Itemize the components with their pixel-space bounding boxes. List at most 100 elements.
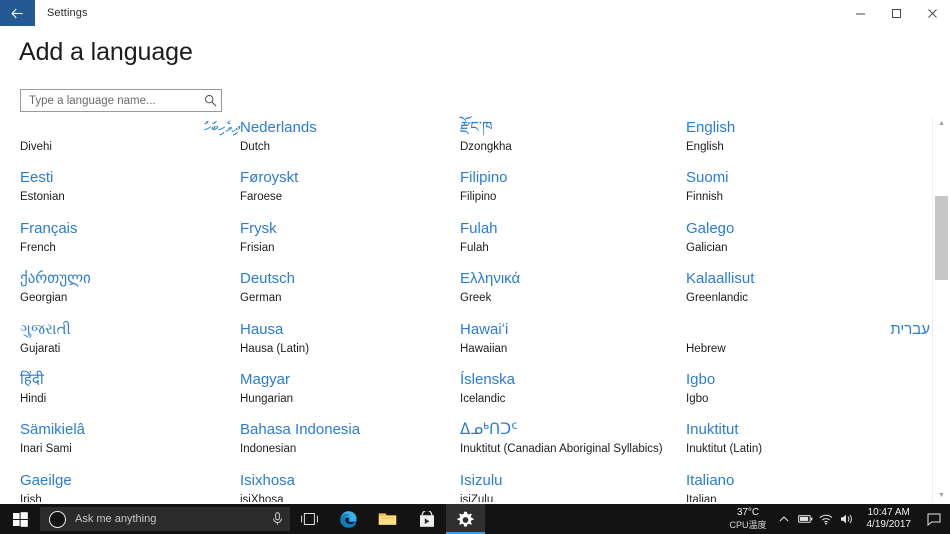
language-english-name: Inari Sami bbox=[20, 443, 72, 456]
language-item[interactable]: Magyar Hungarian bbox=[240, 368, 460, 418]
language-item[interactable]: English English bbox=[686, 116, 930, 166]
edge-browser-button[interactable] bbox=[329, 504, 368, 534]
language-english-name: Irish bbox=[20, 493, 42, 502]
language-item[interactable]: Isixhosa isiXhosa bbox=[240, 469, 460, 502]
language-item[interactable]: Galego Galician bbox=[686, 217, 930, 267]
language-native-name: Gaeilge bbox=[20, 471, 72, 489]
scrollbar-track[interactable] bbox=[933, 130, 950, 488]
language-item[interactable]: Gaeilge Irish bbox=[20, 469, 240, 502]
window-controls bbox=[842, 0, 950, 26]
back-arrow-icon bbox=[11, 8, 23, 18]
chevron-up-icon bbox=[779, 516, 789, 522]
vertical-scrollbar[interactable]: ▲ ▼ bbox=[932, 116, 950, 502]
language-native-name: हिंदी bbox=[20, 370, 44, 388]
language-item[interactable]: Frysk Frisian bbox=[240, 217, 460, 267]
maximize-button[interactable] bbox=[878, 0, 914, 26]
language-english-name: Filipino bbox=[460, 191, 497, 204]
language-native-name: Føroyskt bbox=[240, 169, 299, 187]
speaker-icon[interactable] bbox=[837, 504, 858, 534]
language-item[interactable]: Français French bbox=[20, 217, 240, 267]
language-item[interactable]: Italiano Italian bbox=[686, 469, 930, 502]
language-english-name: Greek bbox=[460, 292, 492, 305]
language-item[interactable]: Hawaiʻi Hawaiian bbox=[460, 318, 686, 368]
microsoft-store-icon bbox=[419, 510, 434, 527]
minimize-button[interactable] bbox=[842, 0, 878, 26]
language-search-box[interactable] bbox=[20, 89, 222, 112]
language-english-name: Georgian bbox=[20, 292, 68, 305]
search-input[interactable] bbox=[21, 90, 199, 111]
language-english-name: Italian bbox=[686, 493, 717, 502]
language-item[interactable]: Filipino Filipino bbox=[460, 166, 686, 216]
language-native-name: རྫོང་ཁ bbox=[460, 119, 493, 136]
edge-browser-icon bbox=[340, 510, 357, 528]
language-item[interactable]: ગુજરાતી Gujarati bbox=[20, 318, 240, 368]
wifi-icon[interactable] bbox=[816, 504, 837, 534]
language-native-name: Kalaallisut bbox=[686, 270, 755, 288]
language-item[interactable]: Eesti Estonian bbox=[20, 166, 240, 216]
microsoft-store-button[interactable] bbox=[407, 504, 446, 534]
settings-window: Settings Add a language Type a language … bbox=[0, 0, 950, 534]
show-hidden-icons-chevron[interactable] bbox=[774, 504, 795, 534]
clock[interactable]: 10:47 AM 4/19/2017 bbox=[858, 504, 921, 534]
language-item[interactable]: Føroyskt Faroese bbox=[240, 166, 460, 216]
language-list[interactable]: ދިވެހިބަހު Divehi Nederlands Dutch རྫོང་ཁ Dzo… bbox=[0, 116, 930, 502]
language-english-name: Galician bbox=[686, 241, 728, 254]
language-english-name: isiXhosa bbox=[240, 493, 284, 502]
language-item[interactable]: Kalaallisut Greenlandic bbox=[686, 267, 930, 317]
file-explorer-button[interactable] bbox=[368, 504, 407, 534]
task-view-button[interactable] bbox=[290, 504, 329, 534]
battery-icon[interactable] bbox=[795, 504, 816, 534]
action-center-button[interactable] bbox=[920, 504, 948, 534]
language-english-name: Hindi bbox=[20, 392, 47, 405]
language-english-name: isiZulu bbox=[460, 493, 494, 502]
language-item[interactable]: Isizulu isiZulu bbox=[460, 469, 686, 502]
scrollbar-thumb[interactable] bbox=[935, 196, 948, 280]
language-item[interactable]: Inuktitut Inuktitut (Latin) bbox=[686, 418, 930, 468]
close-button[interactable] bbox=[914, 0, 950, 26]
language-item[interactable]: עברית Hebrew bbox=[686, 318, 930, 368]
cpu-temperature-indicator[interactable]: 37°C CPU温度 bbox=[722, 504, 773, 534]
language-native-name: Français bbox=[20, 219, 78, 237]
language-native-name: Italiano bbox=[686, 471, 735, 489]
file-explorer-icon bbox=[378, 513, 397, 525]
language-item[interactable]: Deutsch German bbox=[240, 267, 460, 317]
language-item[interactable]: ქართული Georgian bbox=[20, 267, 240, 317]
search-icon[interactable] bbox=[199, 94, 221, 107]
language-item[interactable]: Sämikielâ Inari Sami bbox=[20, 418, 240, 468]
language-english-name: Hausa (Latin) bbox=[240, 342, 310, 355]
language-item[interactable]: རྫོང་ཁ Dzongkha bbox=[460, 116, 686, 166]
language-item[interactable]: Ελληνικά Greek bbox=[460, 267, 686, 317]
taskbar-search-box[interactable]: Ask me anything bbox=[40, 507, 290, 531]
language-item[interactable]: Igbo Igbo bbox=[686, 368, 930, 418]
language-english-name: Igbo bbox=[686, 392, 709, 405]
language-native-name: Isixhosa bbox=[240, 471, 296, 489]
language-item[interactable]: Nederlands Dutch bbox=[240, 116, 460, 166]
microphone-icon[interactable] bbox=[264, 512, 290, 526]
clock-time: 10:47 AM bbox=[867, 506, 910, 518]
language-item[interactable]: Suomi Finnish bbox=[686, 166, 930, 216]
language-item[interactable]: ᐃᓄᒃᑎᑐᑦ Inuktitut (Canadian Aboriginal Syl… bbox=[460, 418, 686, 468]
language-english-name: Divehi bbox=[20, 141, 52, 153]
wifi-glyph bbox=[819, 514, 833, 525]
scroll-up-arrow-icon[interactable]: ▲ bbox=[933, 116, 950, 130]
language-native-name: English bbox=[686, 119, 736, 136]
language-item[interactable]: Hausa Hausa (Latin) bbox=[240, 318, 460, 368]
language-native-name: Fulah bbox=[460, 219, 498, 237]
settings-button[interactable] bbox=[446, 504, 485, 534]
language-item[interactable]: Fulah Fulah bbox=[460, 217, 686, 267]
language-native-name: Inuktitut bbox=[686, 421, 739, 439]
language-item[interactable]: Bahasa Indonesia Indonesian bbox=[240, 418, 460, 468]
language-item[interactable]: Íslenska Icelandic bbox=[460, 368, 686, 418]
start-button[interactable] bbox=[0, 504, 40, 534]
language-native-name: Suomi bbox=[686, 169, 729, 187]
system-tray: 37°C CPU温度 10:47 AM 4/19/2017 bbox=[722, 504, 950, 534]
close-icon bbox=[927, 8, 937, 18]
scroll-down-arrow-icon[interactable]: ▼ bbox=[933, 488, 950, 502]
language-native-name: Bahasa Indonesia bbox=[240, 421, 361, 439]
language-item[interactable]: हिंदी Hindi bbox=[20, 368, 240, 418]
language-english-name: Dutch bbox=[240, 141, 271, 153]
language-item[interactable]: ދިވެހިބަހު Divehi bbox=[20, 116, 240, 166]
back-button[interactable] bbox=[0, 0, 35, 26]
taskbar: Ask me anything 37°C CPU温度 10:47 AM 4/19… bbox=[0, 504, 950, 534]
language-english-name: French bbox=[20, 241, 56, 254]
